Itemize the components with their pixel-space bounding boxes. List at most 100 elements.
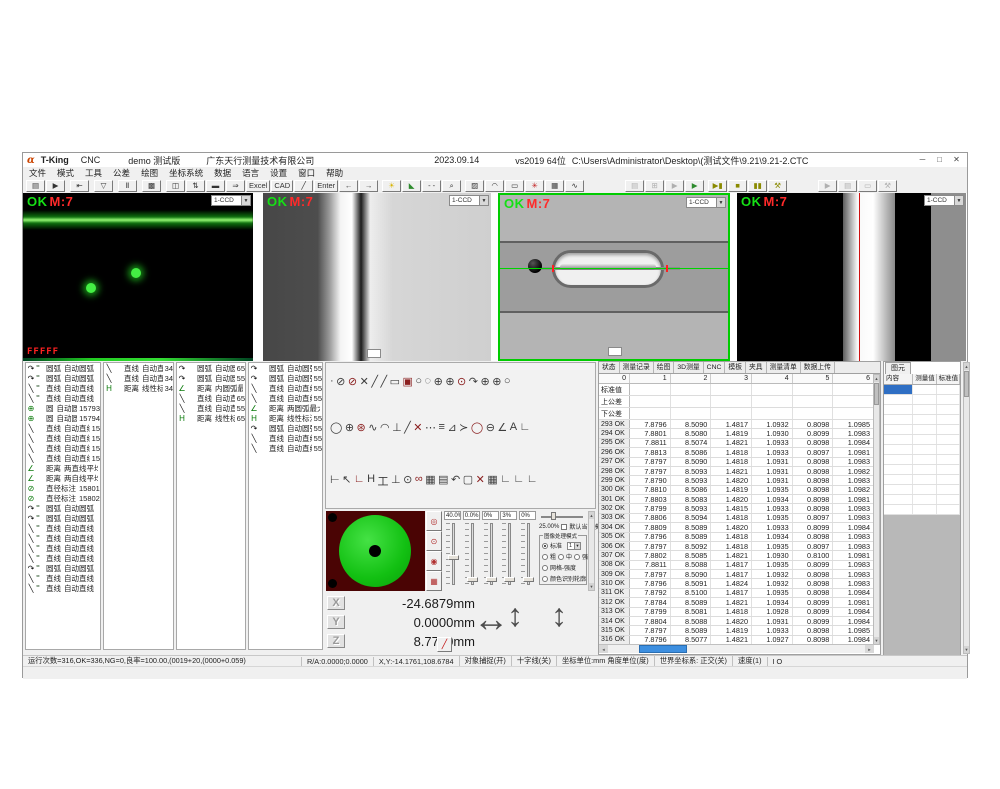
cell[interactable]: 1.0933 <box>752 626 793 634</box>
cell[interactable]: 8.5093 <box>671 467 712 475</box>
cell[interactable]: 1.0983 <box>833 504 874 512</box>
list-item[interactable]: ↷圆弧自动圆弧55 <box>249 363 322 373</box>
light-slider[interactable]: 0.0% <box>463 511 482 591</box>
element-cell[interactable] <box>913 415 936 424</box>
cell[interactable]: 1.0931 <box>752 458 793 466</box>
cell[interactable]: 1.0983 <box>833 542 874 550</box>
curve-tool-button[interactable]: ╱ <box>294 180 313 192</box>
cell[interactable] <box>711 396 752 407</box>
run-pause-button[interactable]: ▮▮ <box>748 180 767 192</box>
element-cell[interactable] <box>884 385 913 394</box>
element-cell[interactable] <box>913 495 936 504</box>
element-cell[interactable] <box>913 425 936 434</box>
column-header[interactable]: 2 <box>671 374 712 383</box>
cell[interactable]: 0.8097 <box>793 448 834 456</box>
pattern-button[interactable]: ▨ <box>465 180 484 192</box>
table-row[interactable]: 315 OK7.87978.50891.48191.09330.80981.09… <box>599 626 874 635</box>
cell[interactable]: 1.0983 <box>833 579 874 587</box>
cad-export-button[interactable]: CAD <box>271 180 293 192</box>
columns-button[interactable]: Ⅱ <box>118 180 137 192</box>
menu-item[interactable]: 文件 <box>29 167 46 179</box>
element-cell[interactable] <box>913 475 936 484</box>
table-row[interactable]: 302 OK7.87998.50931.48151.09330.80981.09… <box>599 504 874 513</box>
cell[interactable]: 8.5094 <box>671 514 712 522</box>
tool-icon[interactable]: H <box>367 473 375 489</box>
cell[interactable]: 8.5081 <box>671 608 712 616</box>
cell[interactable]: 0.8098 <box>793 570 834 578</box>
cell[interactable]: 8.5089 <box>671 523 712 531</box>
element-cell[interactable] <box>884 475 913 484</box>
cell[interactable]: 8.5090 <box>671 420 712 428</box>
list-item[interactable]: ↷***圆弧自动圆弧 <box>26 373 100 383</box>
table-tab[interactable]: 绘图 <box>654 362 675 373</box>
cell[interactable] <box>793 408 834 419</box>
tool-icon[interactable]: ≡ <box>439 421 445 434</box>
standard-radio[interactable] <box>542 543 548 549</box>
tool-icon[interactable]: ≻ <box>459 421 468 434</box>
cell[interactable]: 8.5091 <box>671 579 712 587</box>
cell[interactable]: 1.4815 <box>711 504 752 512</box>
prev-button[interactable]: ← <box>339 180 358 192</box>
list-item[interactable]: ⊘直径标注15801 <box>26 483 100 493</box>
cell[interactable]: 1.0983 <box>833 570 874 578</box>
cell[interactable]: 8.5090 <box>671 570 712 578</box>
x-axis-icon[interactable]: X <box>327 596 345 610</box>
cell[interactable]: 0.8098 <box>793 504 834 512</box>
slider-thumb[interactable] <box>467 577 478 582</box>
cell[interactable]: 7.8796 <box>630 533 671 541</box>
table-row[interactable]: 296 OK7.88138.50861.48181.09330.80971.09… <box>599 448 874 457</box>
cell[interactable]: 1.4820 <box>711 476 752 484</box>
gray-bar-button[interactable]: ▬ <box>206 180 225 192</box>
tool-icon[interactable]: ✕ <box>476 473 485 489</box>
table-row[interactable]: 299 OK7.87908.50931.48201.09310.80981.09… <box>599 476 874 485</box>
mode-combo[interactable]: 1 ▼ <box>567 542 581 550</box>
program-save-button[interactable]: ▤ <box>625 180 644 192</box>
image-view-button[interactable]: ◣ <box>402 180 421 192</box>
cell[interactable]: 1.0934 <box>752 598 793 606</box>
lasso-button[interactable]: ◠ <box>485 180 504 192</box>
cell[interactable]: 1.0932 <box>752 420 793 428</box>
scroll-thumb[interactable] <box>639 645 687 653</box>
scroll-up-icon[interactable]: ▲ <box>964 363 969 370</box>
cell[interactable] <box>752 396 793 407</box>
cell[interactable]: 8.5080 <box>671 429 712 437</box>
cell[interactable]: 7.8796 <box>630 636 671 644</box>
tool-icon[interactable]: ▢ <box>463 473 473 489</box>
cell[interactable]: 8.5088 <box>671 617 712 625</box>
list-item[interactable]: ╲***直线自动直线 <box>26 583 100 593</box>
cell[interactable]: 8.5074 <box>671 439 712 447</box>
cell[interactable]: 8.5077 <box>671 636 712 644</box>
chevron-down-icon[interactable]: ▼ <box>241 196 250 205</box>
list-item[interactable]: ↷***圆弧自动圆弧 <box>26 503 100 513</box>
cell[interactable]: 1.0935 <box>752 542 793 550</box>
element-cell[interactable] <box>913 445 936 454</box>
tool-icon[interactable]: ↶ <box>451 473 460 489</box>
program-copy-button[interactable]: ⊞ <box>645 180 664 192</box>
cell[interactable]: 8.5086 <box>671 486 712 494</box>
table-row[interactable]: 313 OK7.87998.50811.48181.09280.80991.09… <box>599 608 874 617</box>
tool-icon[interactable]: ⋯ <box>425 421 436 434</box>
menu-item[interactable]: 绘图 <box>141 167 158 179</box>
cell[interactable]: 8.5093 <box>671 476 712 484</box>
cell[interactable]: 7.8811 <box>630 561 671 569</box>
jog-mode-button[interactable]: ⊙ <box>426 531 442 551</box>
list-item[interactable]: ╲***直线自动直线 <box>26 573 100 583</box>
cell[interactable]: 1.0933 <box>752 504 793 512</box>
list-item[interactable]: H距离线性标注55 <box>249 413 322 423</box>
cell[interactable]: 1.4819 <box>711 429 752 437</box>
tool-icon[interactable]: 工 <box>378 473 389 489</box>
cell[interactable]: 7.8811 <box>630 439 671 447</box>
table-row[interactable]: 295 OK7.88118.50741.48211.09330.80981.09… <box>599 439 874 448</box>
grid-mode-radio[interactable] <box>542 565 548 571</box>
camera1-selector[interactable]: 1-CCD ▼ <box>211 195 251 206</box>
menu-item[interactable]: 坐标系统 <box>169 167 203 179</box>
cell[interactable]: 7.8792 <box>630 589 671 597</box>
list-item[interactable]: ╲***直线自动直线 <box>26 553 100 563</box>
cell[interactable]: 1.0981 <box>833 495 874 503</box>
tool-icon[interactable]: ○ <box>504 375 511 388</box>
camera2-selector[interactable]: 1-CCD ▼ <box>449 195 489 206</box>
list-item[interactable]: ╲***直线自动直线 <box>26 543 100 553</box>
element-panel-tab[interactable]: 图元 <box>885 362 911 374</box>
strength-radio[interactable] <box>574 554 580 560</box>
element-row[interactable] <box>884 445 960 455</box>
